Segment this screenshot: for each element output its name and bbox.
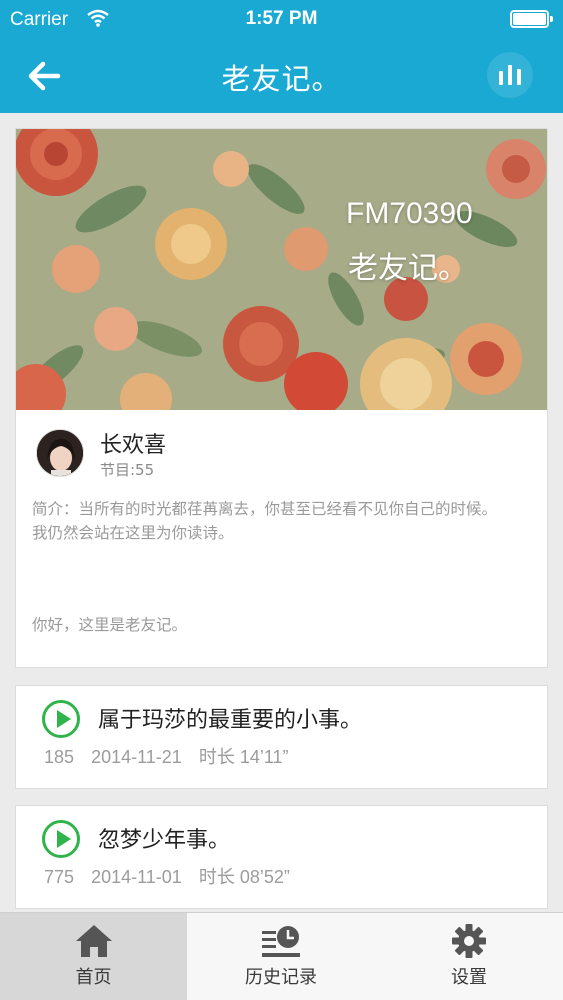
tab-settings[interactable]: 设置 [375,913,563,1000]
episode-meta: 185 2014-11-21 时长 14’11” [44,743,301,769]
tab-bar: 首页 历史记录 设置 [0,912,563,1000]
host-photo [37,430,83,476]
tab-history[interactable]: 历史记录 [187,913,375,1000]
status-bar: Carrier 1:57 PM [0,0,563,38]
equalizer-bar [508,65,512,85]
episode-title: 忽梦少年事。 [98,828,231,853]
home-icon [75,925,112,957]
episode-item[interactable]: 属于玛莎的最重要的小事。 185 2014-11-21 时长 14’11” [15,685,548,789]
tab-home[interactable]: 首页 [0,913,187,1000]
equalizer-icon [499,71,503,85]
episode-count: 节目:55 [100,461,155,479]
cover-image: FM70390 老友记。 [16,129,547,410]
tab-label: 首页 [75,967,112,988]
screen: Carrier 1:57 PM 老友记。 FM70390 老友记。 长欢喜 节目… [0,0,563,1000]
play-count: 775 [44,867,75,887]
play-icon[interactable] [42,820,80,858]
play-count: 185 [44,747,75,767]
top-bar: Carrier 1:57 PM 老友记。 [0,0,563,113]
cover-station-id: FM70390 [346,197,473,230]
history-icon [262,926,300,957]
cover-program-name: 老友记。 [348,252,468,285]
now-playing-button[interactable] [487,52,533,98]
tab-label: 历史记录 [245,967,317,988]
tab-label: 设置 [451,967,487,988]
episode-date: 2014-11-01 [91,867,182,887]
episode-duration: 时长 08’52” [198,867,290,887]
avatar[interactable] [36,429,84,477]
program-intro: 简介：当所有的时光都荏苒离去，你甚至已经看不见你自己的时候。 我仍然会站在这里为… [32,497,537,545]
equalizer-bar [517,69,521,85]
intro-text: 简介：当所有的时光都荏苒离去，你甚至已经看不见你自己的时候。 [32,500,498,518]
episode-meta: 775 2014-11-01 时长 08’52” [44,863,302,889]
program-card: FM70390 老友记。 长欢喜 节目:55 简介：当所有的时光都荏苒离去，你甚… [15,128,548,668]
page-title: 老友记。 [221,62,342,96]
play-icon[interactable] [42,700,80,738]
clock: 1:57 PM [245,8,318,29]
episode-duration: 时长 14’11” [198,747,289,767]
episode-date: 2014-11-21 [91,747,182,767]
host-name: 长欢喜 [100,433,167,458]
battery-icon [510,10,553,28]
episode-item[interactable]: 忽梦少年事。 775 2014-11-01 时长 08’52” [15,805,548,909]
greeting-text: 你好，这里是老友记。 [32,616,188,634]
episode-title: 属于玛莎的最重要的小事。 [98,708,363,733]
gear-icon [452,924,486,958]
intro-text: 我仍然会站在这里为你读诗。 [32,524,234,542]
